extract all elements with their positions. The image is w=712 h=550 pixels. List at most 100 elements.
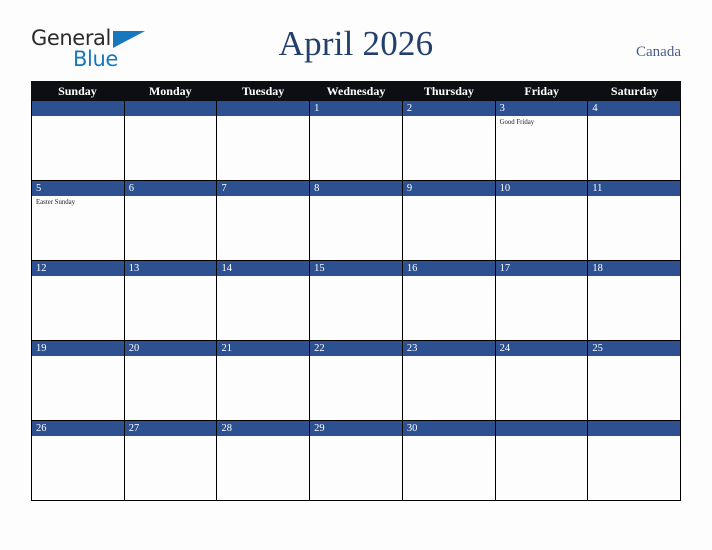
day-content bbox=[32, 276, 124, 340]
page-header: General Blue April 2026 Canada bbox=[0, 0, 712, 78]
day-of-week-header: Sunday Monday Tuesday Wednesday Thursday… bbox=[31, 81, 681, 101]
calendar-day-cell[interactable] bbox=[217, 101, 311, 180]
calendar-day-cell[interactable]: 7 bbox=[217, 181, 311, 260]
calendar-day-cell[interactable]: 12 bbox=[32, 261, 125, 340]
calendar-day-cell[interactable] bbox=[32, 101, 125, 180]
calendar-day-cell[interactable]: 3 Good Friday bbox=[495, 101, 589, 180]
calendar-day-cell[interactable]: 23 bbox=[402, 341, 496, 420]
calendar-day-cell[interactable] bbox=[124, 101, 218, 180]
day-content bbox=[403, 356, 495, 420]
day-number: 2 bbox=[402, 101, 495, 116]
day-number: 22 bbox=[310, 341, 402, 356]
day-content bbox=[217, 196, 309, 260]
day-number: 21 bbox=[217, 341, 310, 356]
day-number: 29 bbox=[310, 421, 402, 436]
calendar-day-cell[interactable]: 29 bbox=[310, 421, 403, 500]
calendar-weeks: 1 2 3 Good Friday 4 5 Easter Sunday 6 7 8 9 10 11 12 1… bbox=[31, 101, 682, 501]
calendar-day-cell[interactable]: 21 bbox=[217, 341, 311, 420]
calendar-day-cell[interactable]: 6 bbox=[124, 181, 218, 260]
calendar-day-cell[interactable]: 18 bbox=[588, 261, 682, 340]
day-number: 20 bbox=[124, 341, 217, 356]
calendar-day-cell[interactable]: 2 bbox=[402, 101, 496, 180]
holiday-label: Good Friday bbox=[499, 119, 535, 126]
day-content bbox=[125, 196, 217, 260]
day-content bbox=[32, 436, 124, 500]
day-number: 13 bbox=[124, 261, 217, 276]
day-number: 5 bbox=[32, 181, 124, 196]
day-content bbox=[32, 356, 124, 420]
calendar-day-cell[interactable]: 26 bbox=[32, 421, 125, 500]
day-number bbox=[588, 421, 681, 436]
day-content bbox=[217, 276, 309, 340]
calendar-day-cell[interactable]: 9 bbox=[402, 181, 496, 260]
calendar-day-cell[interactable]: 19 bbox=[32, 341, 125, 420]
day-content bbox=[403, 436, 495, 500]
day-number: 30 bbox=[402, 421, 495, 436]
calendar-day-cell[interactable]: 25 bbox=[588, 341, 682, 420]
calendar-day-cell[interactable] bbox=[588, 421, 682, 500]
day-content bbox=[310, 436, 402, 500]
calendar-day-cell[interactable]: 4 bbox=[588, 101, 682, 180]
dow-thursday: Thursday bbox=[423, 84, 474, 98]
region-label: Canada bbox=[636, 44, 681, 60]
day-content bbox=[310, 196, 402, 260]
day-content bbox=[403, 276, 495, 340]
day-number: 8 bbox=[310, 181, 402, 196]
calendar-week-row: 12 13 14 15 16 17 18 bbox=[31, 261, 682, 341]
day-number: 6 bbox=[124, 181, 217, 196]
day-content: Good Friday bbox=[496, 116, 588, 180]
dow-tuesday: Tuesday bbox=[242, 84, 285, 98]
calendar-day-cell[interactable]: 17 bbox=[495, 261, 589, 340]
day-number: 26 bbox=[32, 421, 124, 436]
day-content bbox=[125, 356, 217, 420]
calendar-day-cell[interactable]: 5 Easter Sunday bbox=[32, 181, 125, 260]
day-content bbox=[496, 436, 588, 500]
day-number: 10 bbox=[495, 181, 588, 196]
day-number: 4 bbox=[588, 101, 681, 116]
day-number bbox=[32, 101, 124, 116]
day-content bbox=[217, 356, 309, 420]
day-number bbox=[124, 101, 217, 116]
dow-friday: Friday bbox=[524, 84, 560, 98]
day-number: 19 bbox=[32, 341, 124, 356]
day-number bbox=[495, 421, 588, 436]
calendar-day-cell[interactable] bbox=[495, 421, 589, 500]
day-content: Easter Sunday bbox=[32, 196, 124, 260]
calendar-day-cell[interactable]: 13 bbox=[124, 261, 218, 340]
day-number: 18 bbox=[588, 261, 681, 276]
calendar-day-cell[interactable]: 10 bbox=[495, 181, 589, 260]
calendar-day-cell[interactable]: 1 bbox=[310, 101, 403, 180]
day-number: 28 bbox=[217, 421, 310, 436]
calendar-grid: Sunday Monday Tuesday Wednesday Thursday… bbox=[31, 81, 682, 501]
day-content bbox=[125, 436, 217, 500]
day-content bbox=[496, 356, 588, 420]
day-content bbox=[217, 436, 309, 500]
calendar-day-cell[interactable]: 20 bbox=[124, 341, 218, 420]
day-number: 27 bbox=[124, 421, 217, 436]
calendar-day-cell[interactable]: 27 bbox=[124, 421, 218, 500]
calendar-day-cell[interactable]: 28 bbox=[217, 421, 311, 500]
day-content bbox=[125, 116, 217, 180]
calendar-day-cell[interactable]: 11 bbox=[588, 181, 682, 260]
day-content bbox=[588, 196, 680, 260]
dow-monday: Monday bbox=[148, 84, 192, 98]
day-content bbox=[217, 116, 309, 180]
day-number: 15 bbox=[310, 261, 402, 276]
day-content bbox=[32, 116, 124, 180]
calendar-day-cell[interactable]: 15 bbox=[310, 261, 403, 340]
day-number: 25 bbox=[588, 341, 681, 356]
calendar-day-cell[interactable]: 22 bbox=[310, 341, 403, 420]
calendar-day-cell[interactable]: 24 bbox=[495, 341, 589, 420]
calendar-day-cell[interactable]: 14 bbox=[217, 261, 311, 340]
day-number: 16 bbox=[402, 261, 495, 276]
day-content bbox=[310, 356, 402, 420]
calendar-day-cell[interactable]: 16 bbox=[402, 261, 496, 340]
day-content bbox=[588, 356, 680, 420]
day-number bbox=[217, 101, 310, 116]
calendar-day-cell[interactable]: 8 bbox=[310, 181, 403, 260]
day-content bbox=[403, 196, 495, 260]
day-number: 1 bbox=[310, 101, 402, 116]
dow-sunday: Sunday bbox=[58, 84, 97, 98]
day-content bbox=[310, 116, 402, 180]
calendar-day-cell[interactable]: 30 bbox=[402, 421, 496, 500]
